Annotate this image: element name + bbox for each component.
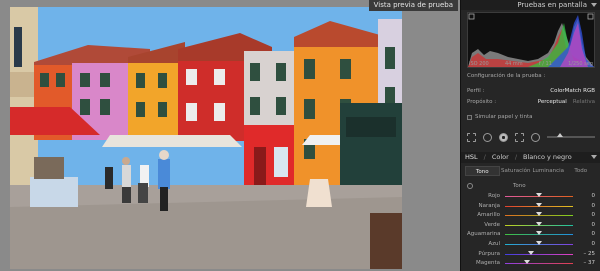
histogram[interactable] — [467, 12, 595, 68]
hue-slider-value[interactable]: 0 — [592, 192, 596, 201]
crop-tool-icon[interactable] — [467, 132, 476, 142]
intent-perceptual-option[interactable]: Perceptual — [538, 99, 567, 105]
simulate-paper-ink-checkbox[interactable] — [467, 114, 472, 120]
simulate-paper-ink-row[interactable]: Simular papel y tinta — [467, 114, 532, 120]
histogram-exif-info: ISO 200 44 mm f / 11 1/250 seg — [467, 61, 595, 67]
profile-row: Perfil : ColorMatch RGB — [467, 88, 595, 94]
focal-length-value: 44 mm — [504, 61, 523, 67]
photo-preview[interactable] — [10, 7, 402, 269]
targeted-adjustment-icon[interactable] — [467, 183, 473, 189]
tool-slider-thumb[interactable] — [557, 133, 563, 137]
hue-slider-row[interactable]: Amarillo 0 — [467, 211, 597, 220]
hue-slider-label: Rojo — [488, 193, 500, 199]
hue-slider-track[interactable] — [505, 263, 573, 265]
proof-config-label: Configuración de la prueba : — [467, 73, 546, 79]
hue-slider-row[interactable]: Rojo 0 — [467, 192, 597, 201]
hue-slider-label: Azul — [488, 241, 500, 247]
hue-slider-row[interactable]: Púrpura – 25 — [467, 250, 597, 259]
hsl-panel-header[interactable]: HSL / Color / Blanco y negro — [461, 152, 600, 163]
graduated-filter-icon[interactable] — [515, 132, 524, 142]
collapse-triangle-icon[interactable] — [591, 3, 597, 7]
adjustment-brush-icon[interactable] — [531, 132, 540, 142]
hue-slider-label: Púrpura — [478, 250, 500, 257]
hue-slider-value[interactable]: – 37 — [584, 259, 596, 268]
hue-slider-thumb[interactable] — [536, 241, 542, 245]
hsl-tab-color[interactable]: Color — [492, 152, 509, 163]
hue-slider-label: Naranja — [478, 202, 500, 209]
hue-slider-thumb[interactable] — [536, 193, 542, 197]
hue-slider-thumb[interactable] — [527, 250, 534, 255]
intent-label: Propósito : — [467, 99, 497, 105]
hue-slider-thumb[interactable] — [536, 212, 542, 217]
hue-slider-value[interactable]: 0 — [592, 230, 596, 239]
subtab-saturation[interactable]: Saturación — [500, 166, 533, 176]
right-panel: Pruebas en pantalla ISO 200 44 mm f / 11… — [460, 0, 600, 271]
hue-slider-thumb[interactable] — [536, 221, 542, 226]
proof-preview-area: Vista previa de prueba — [0, 0, 460, 271]
highlight-clip-toggle-icon — [587, 13, 594, 20]
hsl-subtabs: Tono Saturación Luminancia Todo — [465, 166, 597, 176]
hue-slider-value[interactable]: 0 — [592, 202, 596, 211]
hsl-tab-hsl[interactable]: HSL — [465, 152, 478, 163]
histogram-graph — [468, 13, 594, 67]
hue-slider-row[interactable]: Aguamarina 0 — [467, 230, 597, 239]
hue-slider-label: Amarillo — [477, 212, 500, 219]
hsl-separator: / — [514, 153, 518, 161]
collapse-triangle-icon[interactable] — [591, 155, 597, 159]
proof-preview-label: Vista previa de prueba — [368, 0, 458, 11]
hue-slider-thumb[interactable] — [536, 202, 542, 207]
spot-removal-icon[interactable] — [483, 132, 492, 142]
intent-relative-option[interactable]: Relativa — [573, 99, 595, 105]
subtab-all[interactable]: Todo — [565, 166, 598, 176]
hue-slider-value[interactable]: 0 — [592, 221, 596, 230]
profile-label: Perfil : — [467, 88, 485, 94]
hue-slider-value[interactable]: – 25 — [584, 250, 596, 259]
photo-image — [10, 7, 402, 269]
subtab-luminance[interactable]: Luminancia — [532, 166, 565, 176]
hsl-separator: / — [483, 153, 486, 161]
simulate-paper-ink-label: Simular papel y tinta — [475, 114, 533, 120]
aperture-value: f / 11 — [538, 61, 552, 67]
hue-slider-row[interactable]: Naranja 0 — [467, 202, 597, 211]
hue-slider-thumb[interactable] — [523, 260, 530, 265]
soft-proofing-title: Pruebas en pantalla — [517, 1, 587, 9]
hue-slider-row[interactable]: Verde 0 — [467, 221, 597, 230]
hue-slider-label: Magenta — [475, 260, 500, 267]
tool-slider[interactable] — [547, 133, 595, 138]
soft-proofing-panel-header[interactable]: Pruebas en pantalla — [461, 0, 600, 10]
iso-value: ISO 200 — [469, 61, 489, 67]
hsl-tab-bw[interactable]: Blanco y negro — [523, 152, 572, 163]
hue-slider-row[interactable]: Azul 0 — [467, 240, 597, 249]
subtab-hue[interactable]: Tono — [465, 166, 500, 176]
profile-select[interactable]: ColorMatch RGB — [550, 88, 595, 94]
red-eye-icon[interactable] — [499, 132, 508, 142]
shutter-value: 1/250 seg — [568, 61, 593, 67]
hue-slider-track[interactable] — [505, 253, 573, 255]
hue-slider-value[interactable]: 0 — [592, 211, 596, 220]
hue-slider-thumb[interactable] — [536, 231, 542, 236]
hue-slider-value[interactable]: 0 — [592, 240, 596, 249]
tool-strip — [467, 130, 595, 144]
hue-slider-row[interactable]: Magenta – 37 — [467, 259, 597, 268]
shadow-clip-toggle-icon — [468, 13, 475, 20]
hue-section-label: Tono — [513, 183, 526, 189]
hue-slider-label: Aguamarina — [467, 231, 501, 238]
intent-row: Propósito : Perceptual Relativa — [467, 99, 595, 105]
hue-slider-label: Verde — [484, 221, 500, 228]
